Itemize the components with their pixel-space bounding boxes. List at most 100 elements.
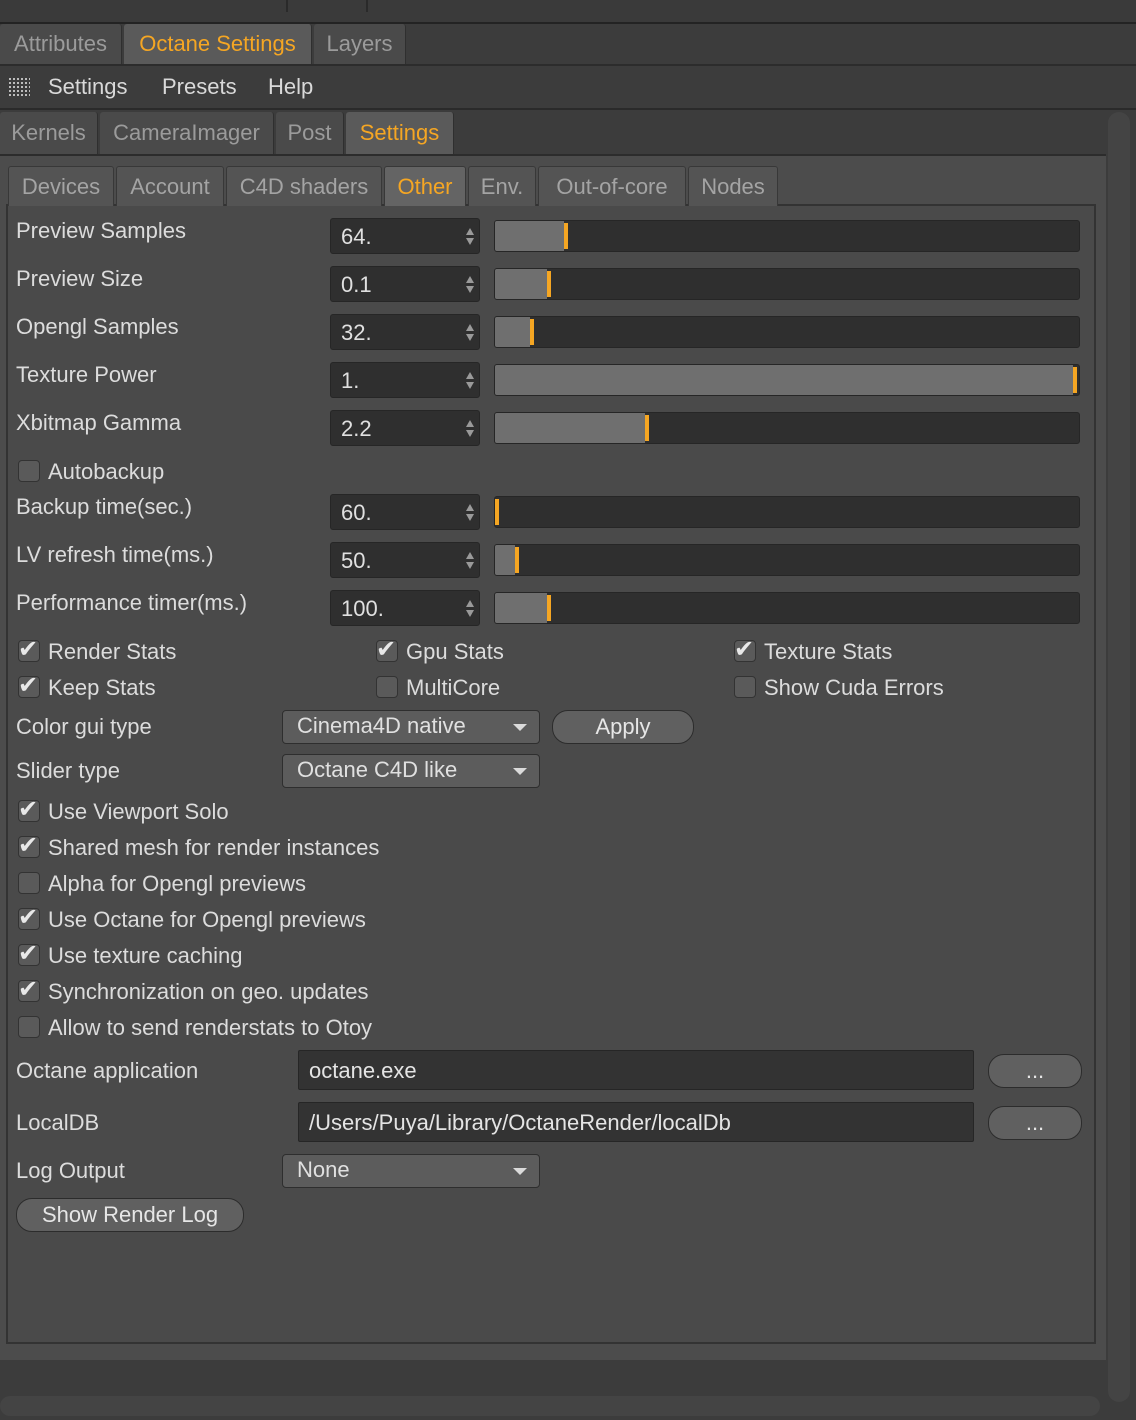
tab-other[interactable]: Other: [384, 166, 466, 206]
stepper-arrows-icon[interactable]: [465, 600, 475, 618]
color-gui-type-label: Color gui type: [16, 714, 152, 739]
xbitmap-gamma-label: Xbitmap Gamma: [16, 410, 182, 435]
texture-stats-checkbox[interactable]: ✔: [734, 636, 756, 663]
tab-c4d-shaders[interactable]: C4D shaders: [226, 166, 382, 206]
tab-out-of-core[interactable]: Out-of-core: [538, 166, 686, 206]
octane-application-field[interactable]: octane.exe: [298, 1050, 974, 1090]
color-gui-type-dropdown[interactable]: Cinema4D native: [282, 710, 540, 744]
top-strip: [0, 0, 1136, 24]
xbitmap-gamma-field[interactable]: 2.2: [330, 410, 480, 446]
show-cuda-errors-checkbox[interactable]: [734, 676, 756, 698]
slider-knob[interactable]: [530, 319, 534, 345]
keep-stats-checkbox[interactable]: ✔: [18, 672, 40, 699]
slider-fill: [495, 593, 547, 623]
menu-settings[interactable]: Settings: [48, 74, 128, 100]
tab-post[interactable]: Post: [276, 112, 344, 154]
slider-type-dropdown[interactable]: Octane C4D like: [282, 754, 540, 788]
stepper-arrows-icon[interactable]: [465, 552, 475, 570]
geo-sync-checkbox[interactable]: ✔: [18, 976, 40, 1003]
slider-knob[interactable]: [564, 223, 568, 249]
autobackup-label: Autobackup: [48, 459, 165, 484]
texture-caching-checkbox[interactable]: ✔: [18, 940, 40, 967]
localdb-browse-button[interactable]: ...: [988, 1106, 1082, 1140]
slider-fill: [495, 413, 645, 443]
show-render-log-button[interactable]: Show Render Log: [16, 1198, 244, 1232]
performance-timer-label: Performance timer(ms.): [16, 590, 248, 615]
divider: [366, 0, 368, 12]
slider-knob[interactable]: [1073, 367, 1077, 393]
multicore-checkbox[interactable]: [376, 676, 398, 698]
stepper-arrows-icon[interactable]: [465, 276, 475, 294]
octane-application-browse-button[interactable]: ...: [988, 1054, 1082, 1088]
texture-power-value: 1.: [341, 368, 360, 393]
tab-devices[interactable]: Devices: [8, 166, 114, 206]
texture-power-slider[interactable]: [494, 364, 1080, 396]
lv-refresh-time-slider[interactable]: [494, 544, 1080, 576]
check-mark-icon: ✔: [18, 636, 39, 663]
autobackup-checkbox[interactable]: [18, 460, 40, 482]
apply-button[interactable]: Apply: [552, 710, 694, 744]
geo-sync-label: Synchronization on geo. updates: [48, 979, 369, 1004]
backup-time-label: Backup time(sec.): [16, 494, 193, 519]
preview-samples-slider[interactable]: [494, 220, 1080, 252]
check-mark-icon: ✔: [18, 904, 39, 931]
opengl-samples-slider[interactable]: [494, 316, 1080, 348]
gpu-stats-checkbox[interactable]: ✔: [376, 636, 398, 663]
shared-mesh-checkbox[interactable]: ✔: [18, 832, 40, 859]
texture-stats-label: Texture Stats: [764, 639, 893, 664]
tab-account[interactable]: Account: [116, 166, 224, 206]
alpha-opengl-checkbox[interactable]: [18, 872, 40, 894]
stepper-arrows-icon[interactable]: [465, 504, 475, 522]
tab-cameraimager[interactable]: CameraImager: [100, 112, 274, 154]
opengl-samples-field[interactable]: 32.: [330, 314, 480, 350]
use-octane-opengl-checkbox[interactable]: ✔: [18, 904, 40, 931]
preview-size-slider[interactable]: [494, 268, 1080, 300]
tab-octane-settings[interactable]: Octane Settings: [124, 24, 312, 64]
slider-knob[interactable]: [645, 415, 649, 441]
preview-samples-value: 64.: [341, 224, 372, 249]
render-stats-checkbox[interactable]: ✔: [18, 636, 40, 663]
log-output-dropdown[interactable]: None: [282, 1154, 540, 1188]
stepper-arrows-icon[interactable]: [465, 372, 475, 390]
horizontal-scrollbar[interactable]: [0, 1396, 1100, 1416]
tab-nodes[interactable]: Nodes: [688, 166, 778, 206]
backup-time-slider[interactable]: [494, 496, 1080, 528]
xbitmap-gamma-slider[interactable]: [494, 412, 1080, 444]
preview-size-value: 0.1: [341, 272, 372, 297]
preview-samples-field[interactable]: 64.: [330, 218, 480, 254]
xbitmap-gamma-value: 2.2: [341, 416, 372, 441]
slider-knob[interactable]: [495, 499, 499, 525]
menu-presets[interactable]: Presets: [162, 74, 237, 100]
lv-refresh-time-field[interactable]: 50.: [330, 542, 480, 578]
slider-knob[interactable]: [547, 271, 551, 297]
renderstats-otoy-checkbox[interactable]: [18, 1016, 40, 1038]
preview-size-field[interactable]: 0.1: [330, 266, 480, 302]
color-gui-type-value: Cinema4D native: [297, 713, 466, 738]
check-mark-icon: ✔: [18, 940, 39, 967]
renderstats-otoy-label: Allow to send renderstats to Otoy: [48, 1015, 373, 1040]
shared-mesh-label: Shared mesh for render instances: [48, 835, 380, 860]
backup-time-field[interactable]: 60.: [330, 494, 480, 530]
slider-fill: [495, 317, 530, 347]
tab-env[interactable]: Env.: [468, 166, 536, 206]
stepper-arrows-icon[interactable]: [465, 324, 475, 342]
texture-power-field[interactable]: 1.: [330, 362, 480, 398]
vertical-scrollbar[interactable]: [1108, 112, 1130, 1402]
tab-layers[interactable]: Layers: [314, 24, 406, 64]
stepper-arrows-icon[interactable]: [465, 228, 475, 246]
tab-kernels[interactable]: Kernels: [0, 112, 98, 154]
menu-help[interactable]: Help: [268, 74, 313, 100]
lv-refresh-time-label: LV refresh time(ms.): [16, 542, 214, 567]
performance-timer-field[interactable]: 100.: [330, 590, 480, 626]
tab-settings[interactable]: Settings: [346, 112, 454, 154]
use-viewport-solo-checkbox[interactable]: ✔: [18, 796, 40, 823]
slider-knob[interactable]: [515, 547, 519, 573]
slider-knob[interactable]: [547, 595, 551, 621]
localdb-field[interactable]: /Users/Puya/Library/OctaneRender/localDb: [298, 1102, 974, 1142]
grid-icon[interactable]: [8, 77, 30, 97]
render-stats-label: Render Stats: [48, 639, 177, 664]
performance-timer-slider[interactable]: [494, 592, 1080, 624]
alpha-opengl-label: Alpha for Opengl previews: [48, 871, 307, 896]
tab-attributes[interactable]: Attributes: [0, 24, 122, 64]
stepper-arrows-icon[interactable]: [465, 420, 475, 438]
